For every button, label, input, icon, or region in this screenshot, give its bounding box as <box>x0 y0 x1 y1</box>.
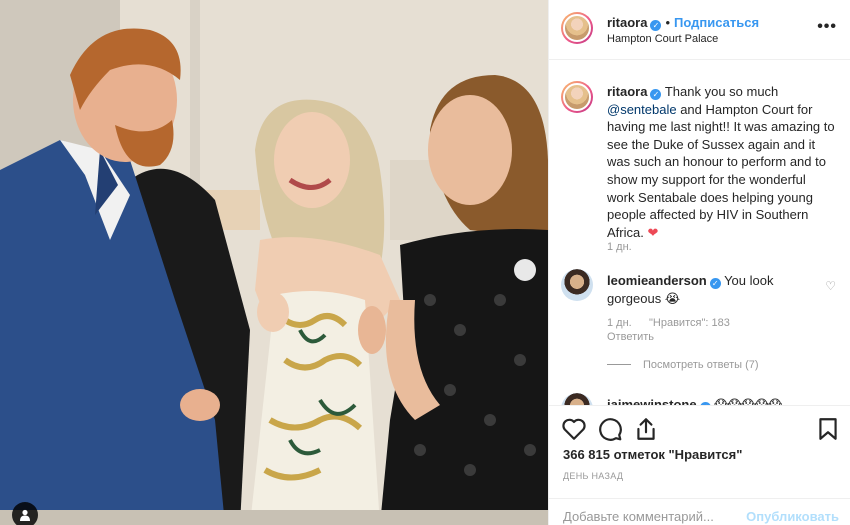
post-header: ritaora ✓ • Подписаться Hampton Court Palac… <box>549 0 850 60</box>
publish-button[interactable]: Опубликовать <box>746 509 839 524</box>
author-line: ritaora ✓ • Подписаться <box>607 15 759 31</box>
comment-text: 😱😱😱😱😱 <box>710 397 782 405</box>
likes-count[interactable]: 366 815 отметок "Нравится" <box>563 447 742 462</box>
post-caption: ritaora ✓ Thank you so much @sentebale an… <box>607 83 835 241</box>
share-icon[interactable] <box>633 416 659 442</box>
caption-text-end: and Hampton Court for having me last nig… <box>607 101 835 240</box>
comment-icon[interactable] <box>597 416 623 442</box>
more-options-icon[interactable]: ••• <box>817 18 837 36</box>
post-actions-bar <box>549 405 850 445</box>
author-username[interactable]: ritaora <box>607 15 647 30</box>
comment-item: leomieanderson ✓ You look gorgeous 😭 <box>607 272 807 307</box>
bookmark-icon[interactable] <box>815 416 841 442</box>
comment-username[interactable]: jaimewinstone <box>607 397 697 405</box>
view-replies-label: Посмотреть ответы (7) <box>643 359 759 371</box>
comment-input[interactable]: Добавьте комментарий... <box>563 509 714 524</box>
comment-age: 1 дн. <box>607 317 632 329</box>
add-comment-bar: Добавьте комментарий... Опубликовать <box>549 498 850 525</box>
caption-username[interactable]: ritaora <box>607 84 647 99</box>
commenter-avatar[interactable] <box>561 393 593 405</box>
tagged-users-button[interactable] <box>12 502 38 525</box>
user-icon <box>20 509 30 521</box>
comments-list[interactable]: ritaora ✓ Thank you so much @sentebale an… <box>549 61 850 405</box>
reply-button[interactable]: Ответить <box>607 331 654 343</box>
photo-illustration <box>0 0 548 525</box>
caption-author-avatar[interactable] <box>561 81 593 113</box>
verified-badge-icon: ✓ <box>650 89 662 100</box>
caption-text-start: Thank you so much <box>661 84 779 99</box>
location-link[interactable]: Hampton Court Palace <box>607 33 718 45</box>
comment-username[interactable]: leomieanderson <box>607 273 707 288</box>
comment-likes-count[interactable]: "Нравится": 183 <box>649 317 730 329</box>
heart-emoji: ❤ <box>647 224 659 240</box>
comment-item: jaimewinstone✓ 😱😱😱😱😱 <box>607 396 807 405</box>
comment-like-heart-icon[interactable]: ♡ <box>825 279 836 293</box>
caption-mention-link[interactable]: @sentebale <box>607 102 677 117</box>
commenter-avatar[interactable] <box>561 269 593 301</box>
verified-badge-icon: ✓ <box>709 278 721 289</box>
view-replies-button[interactable]: Посмотреть ответы (7) <box>607 359 759 371</box>
caption-age: 1 дн. <box>607 241 632 253</box>
author-avatar[interactable] <box>561 12 593 44</box>
post-side-panel: ritaora ✓ • Подписаться Hampton Court Palac… <box>548 0 850 525</box>
verified-badge-icon: ✓ <box>650 20 662 31</box>
post-timestamp[interactable]: ДЕНЬ НАЗАД <box>563 471 623 481</box>
heart-icon[interactable] <box>561 416 587 442</box>
separator-dot: • <box>665 15 671 30</box>
replies-line <box>607 364 631 365</box>
post-photo[interactable] <box>0 0 548 525</box>
follow-button[interactable]: Подписаться <box>674 15 759 30</box>
